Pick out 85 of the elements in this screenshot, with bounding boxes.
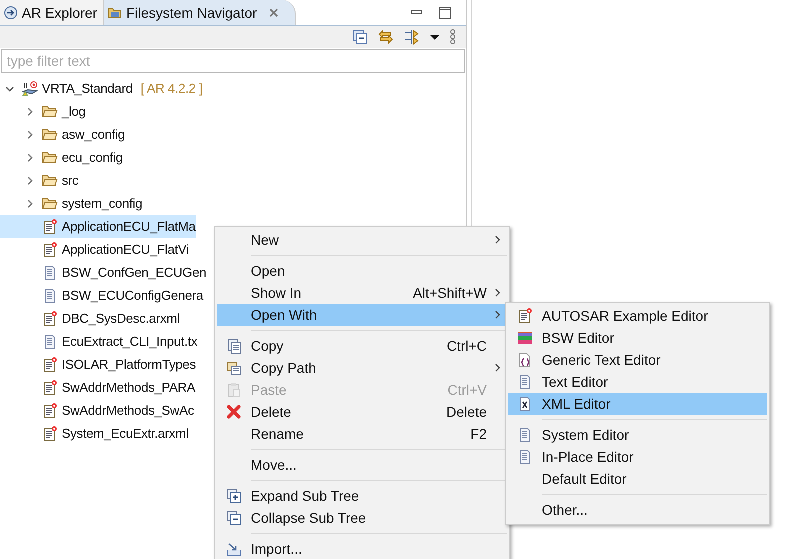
menu-item[interactable]: Text Editor: [508, 371, 767, 393]
menu-item[interactable]: Expand Sub Tree: [217, 485, 507, 507]
collapse-icon: [226, 510, 242, 526]
copy-icon: [226, 360, 242, 376]
menu-item[interactable]: XML Editor: [508, 393, 767, 415]
folder-icon: [42, 126, 58, 142]
tree-item[interactable]: ecu_config: [0, 146, 123, 169]
expand-icon: [226, 488, 242, 504]
chevron-icon[interactable]: [25, 152, 35, 162]
menu-item[interactable]: Delete Delete: [217, 401, 507, 423]
document-icon: [42, 242, 58, 258]
tree-item[interactable]: src: [0, 169, 79, 192]
tree-item[interactable]: VRTA_Standard [ AR 4.2.2 ]: [0, 77, 203, 100]
grid-icon: [517, 330, 533, 346]
braces-document-icon: [517, 352, 533, 368]
maximize-icon[interactable]: [438, 6, 452, 20]
document-icon: [42, 310, 58, 326]
copy-icon: [226, 338, 242, 354]
document-icon: [42, 356, 58, 372]
filter-field[interactable]: type filter text: [1, 49, 465, 73]
tree-item[interactable]: System_EcuExtr.arxml: [0, 422, 189, 445]
project-icon: [22, 80, 38, 96]
tree-item[interactable]: ApplicationECU_FlatMa: [0, 215, 196, 238]
menu-item[interactable]: Import...: [217, 538, 507, 559]
tree-item[interactable]: EcuExtract_CLI_Input.tx: [0, 330, 198, 353]
menu-item[interactable]: Generic Text Editor: [508, 349, 767, 371]
tree-item[interactable]: DBC_SysDesc.arxml: [0, 307, 180, 330]
more-icon[interactable]: [450, 29, 456, 45]
tree-item[interactable]: ISOLAR_PlatformTypes: [0, 353, 196, 376]
dropdown-icon[interactable]: [430, 32, 440, 42]
menu-item[interactable]: Default Editor: [508, 468, 767, 490]
document-icon: [517, 449, 533, 465]
tree-item[interactable]: SwAddrMethods_PARA: [0, 376, 196, 399]
close-icon[interactable]: [269, 8, 280, 18]
arrow-circle-icon: [4, 6, 18, 20]
menu-item[interactable]: Open With: [217, 304, 507, 326]
tree-item[interactable]: system_config: [0, 192, 142, 215]
menu-item[interactable]: Copy Ctrl+C: [217, 335, 507, 357]
menu-item[interactable]: System Editor: [508, 424, 767, 446]
document-icon: [517, 308, 533, 324]
folder-icon: [42, 150, 58, 166]
document-icon: [42, 334, 58, 350]
tree-item[interactable]: ApplicationECU_FlatVi: [0, 238, 190, 261]
menu-item[interactable]: Collapse Sub Tree: [217, 507, 507, 529]
menu-item[interactable]: BSW Editor: [508, 327, 767, 349]
collapse-all-icon[interactable]: [352, 29, 368, 45]
x-document-icon: [517, 396, 533, 412]
document-icon: [42, 288, 58, 304]
document-icon: [42, 264, 58, 280]
chevron-icon[interactable]: [25, 198, 35, 208]
tree-item[interactable]: asw_config: [0, 123, 126, 146]
menu-item[interactable]: Move...: [217, 454, 507, 476]
document-icon: [42, 426, 58, 442]
document-icon: [42, 218, 58, 234]
document-icon: [517, 427, 533, 443]
link-arrows-icon[interactable]: [378, 29, 394, 45]
folder-icon: [42, 196, 58, 212]
chevron-icon[interactable]: [25, 106, 35, 116]
document-icon: [42, 380, 58, 396]
version-label: [ AR 4.2.2 ]: [140, 81, 203, 96]
menu-item[interactable]: New: [217, 229, 507, 251]
chevron-icon[interactable]: [25, 130, 35, 140]
folder-icon: [42, 172, 58, 188]
menu-item[interactable]: Copy Path: [217, 357, 507, 379]
tree-item[interactable]: BSW_ConfGen_ECUGen: [0, 261, 207, 284]
menu-item[interactable]: Rename F2: [217, 423, 507, 445]
menu-item[interactable]: Show In Alt+Shift+W: [217, 282, 507, 304]
menu-item[interactable]: AUTOSAR Example Editor: [508, 305, 767, 327]
filter-arrows-icon[interactable]: [404, 29, 420, 45]
clipboard-icon: [226, 382, 242, 398]
view-tab[interactable]: Filesystem Navigator: [104, 0, 296, 25]
import-icon: [226, 541, 242, 557]
tree-item[interactable]: SwAddrMethods_SwAc: [0, 399, 194, 422]
menu-item[interactable]: In-Place Editor: [508, 446, 767, 468]
menu-item[interactable]: Open: [217, 260, 507, 282]
document-icon: [42, 402, 58, 418]
folder-icon: [42, 104, 58, 120]
delete-icon: [226, 404, 242, 420]
chevron-icon[interactable]: [25, 176, 35, 186]
tree-item[interactable]: BSW_ECUConfigGenera: [0, 284, 204, 307]
tree-item[interactable]: _log: [0, 100, 86, 123]
document-icon: [517, 374, 533, 390]
view-tab[interactable]: AR Explorer: [0, 0, 104, 25]
folder-icon: [108, 6, 122, 20]
menu-item[interactable]: Other...: [508, 499, 767, 521]
